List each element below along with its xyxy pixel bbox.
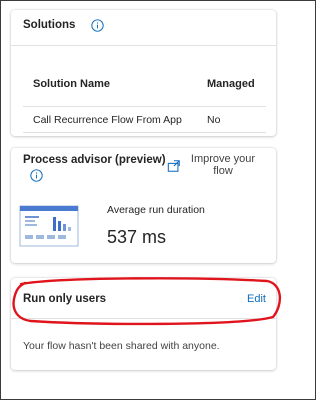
improve-your-flow-button[interactable]: Improve your flow: [167, 153, 273, 183]
process-advisor-illustration: [19, 205, 79, 247]
solutions-title: Solutions: [23, 19, 76, 31]
average-run-duration-label: Average run duration: [107, 204, 205, 216]
flow-details-panel: Solutions Solution Name Managed Call Rec…: [0, 0, 316, 400]
solutions-card: Solutions Solution Name Managed Call Rec…: [11, 10, 276, 136]
edit-run-only-users-link[interactable]: Edit: [247, 293, 266, 305]
solution-name-cell[interactable]: Call Recurrence Flow From App: [33, 114, 182, 126]
column-header-solution-name[interactable]: Solution Name: [33, 78, 110, 90]
average-run-duration-value: 537 ms: [107, 227, 167, 247]
improve-your-flow-label: Improve your flow: [190, 153, 256, 177]
divider: [11, 45, 276, 46]
process-advisor-title: Process advisor (preview): [23, 154, 166, 166]
column-header-managed[interactable]: Managed: [207, 78, 255, 90]
run-only-users-message: Your flow hasn't been shared with anyone…: [23, 340, 220, 352]
managed-cell: No: [207, 114, 221, 126]
open-external-icon: [167, 160, 180, 172]
row-divider: [23, 106, 266, 107]
info-icon[interactable]: [91, 19, 104, 32]
run-only-users-title: Run only users: [23, 293, 107, 305]
info-icon[interactable]: [30, 169, 43, 182]
row-divider: [23, 132, 266, 133]
divider: [11, 318, 276, 319]
process-advisor-card: Process advisor (preview) Improve your f…: [11, 148, 276, 263]
run-only-users-card: Run only users Edit Your flow hasn't bee…: [11, 278, 276, 370]
